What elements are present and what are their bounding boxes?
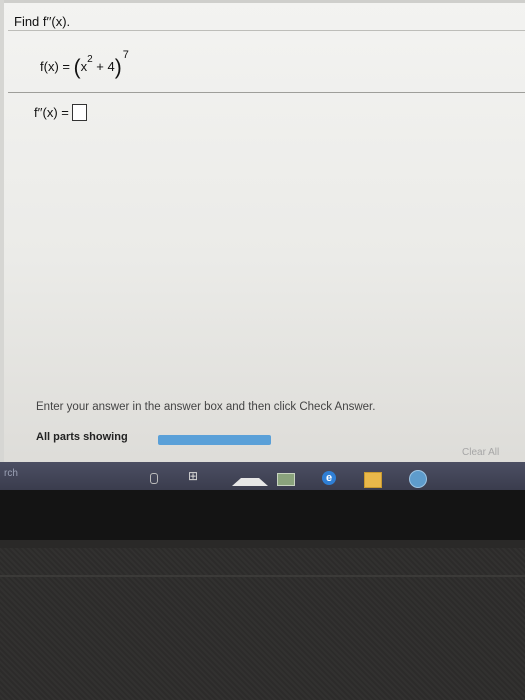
laptop-chassis <box>0 548 525 700</box>
function-plus-term: + 4 <box>96 59 115 74</box>
question-page: Find f′′(x). f(x) = (x2 + 4)7 f′′(x) = E… <box>0 0 525 470</box>
title-divider <box>8 30 525 31</box>
store-icon[interactable] <box>364 472 382 488</box>
question-title: Find f′′(x). <box>14 14 71 29</box>
graduation-cap-icon[interactable] <box>232 478 268 486</box>
taskbar-search-fragment[interactable]: rch <box>4 468 18 479</box>
function-outer-exponent: 7 <box>122 49 129 61</box>
answer-label: f′′(x) = <box>34 105 69 120</box>
instruction-text: Enter your answer in the answer box and … <box>36 401 376 413</box>
progress-bar <box>158 435 271 445</box>
answer-input[interactable] <box>71 104 87 121</box>
left-border <box>0 0 4 470</box>
laptop-hinge <box>0 540 525 548</box>
close-paren: ) <box>114 56 122 79</box>
answer-row: f′′(x) = <box>34 104 87 121</box>
function-inner-exponent: 2 <box>87 53 93 65</box>
microphone-icon[interactable] <box>150 473 158 484</box>
top-border <box>0 0 525 3</box>
function-label: f(x) = <box>40 59 70 74</box>
task-view-icon[interactable]: ⊞ <box>188 469 204 483</box>
laptop-bezel <box>0 490 525 540</box>
app-icon[interactable] <box>409 470 427 488</box>
mail-icon[interactable] <box>277 473 295 486</box>
open-paren: ( <box>73 56 81 79</box>
function-definition: f(x) = (x2 + 4)7 <box>40 49 129 80</box>
formula-divider <box>8 92 525 93</box>
edge-icon[interactable]: e <box>322 471 336 485</box>
chassis-edge <box>0 575 525 577</box>
clear-all-button[interactable]: Clear All <box>462 447 499 458</box>
parts-showing-label: All parts showing <box>36 431 128 443</box>
